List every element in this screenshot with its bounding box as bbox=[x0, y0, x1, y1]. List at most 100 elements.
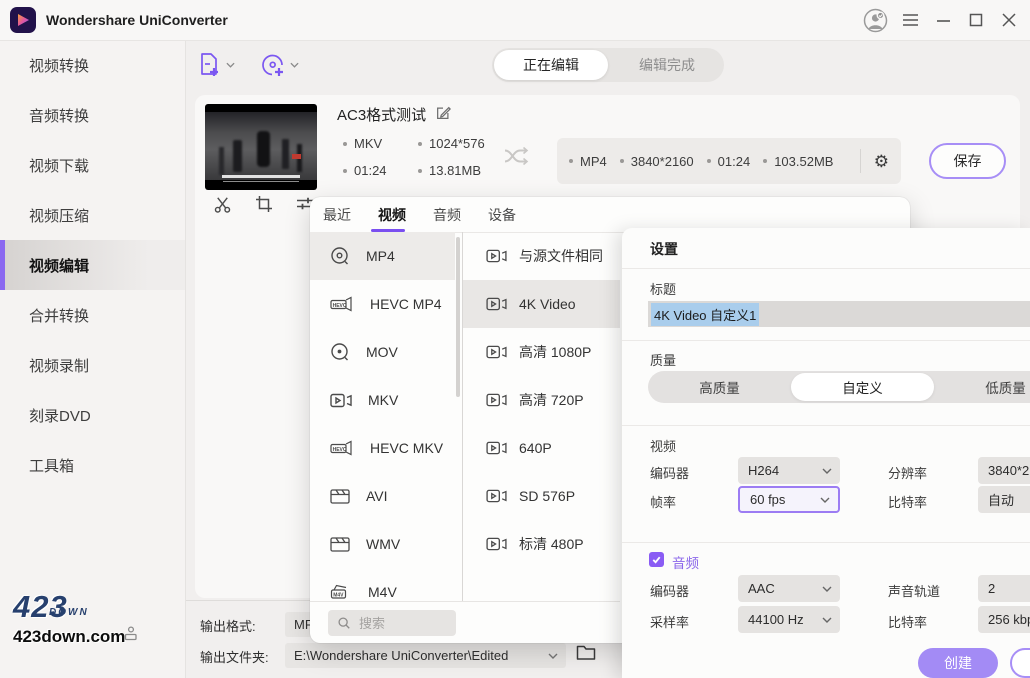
search-area: 搜索 bbox=[310, 601, 620, 643]
crop-icon[interactable] bbox=[255, 195, 273, 214]
save-button[interactable]: 保存 bbox=[929, 143, 1006, 179]
format-option-wmv[interactable]: WMV bbox=[310, 520, 455, 568]
channels-field[interactable]: 2 bbox=[978, 575, 1030, 602]
file-title: AC3格式测试 bbox=[337, 104, 426, 125]
add-disc-button[interactable] bbox=[260, 52, 299, 78]
svg-text:HEVC: HEVC bbox=[333, 302, 347, 308]
preset-option-sd-576p[interactable]: SD 576P bbox=[463, 472, 620, 520]
video-encoder-select[interactable]: H264 bbox=[738, 457, 840, 484]
framerate-select[interactable]: 60 fps bbox=[738, 486, 840, 513]
preset-option-640p[interactable]: 640P bbox=[463, 424, 620, 472]
source-resolution: 1024*576 bbox=[418, 136, 485, 151]
app-title: Wondershare UniConverter bbox=[46, 12, 228, 28]
create-button[interactable]: 创建 bbox=[918, 648, 998, 678]
thumbnail-image bbox=[205, 112, 317, 180]
sidebar-item-video-download[interactable]: 视频下载 bbox=[0, 140, 185, 190]
chevron-down-icon bbox=[822, 468, 832, 474]
preset-title-input[interactable]: 4K Video 自定义1 bbox=[648, 301, 1030, 327]
tab-editing[interactable]: 正在编辑 bbox=[494, 50, 608, 80]
sidebar-item-merge-convert[interactable]: 合并转换 bbox=[0, 290, 185, 340]
camera-icon bbox=[330, 392, 352, 409]
rename-icon[interactable] bbox=[435, 105, 451, 121]
trim-icon[interactable] bbox=[213, 195, 232, 214]
svg-text:M4V: M4V bbox=[333, 592, 344, 598]
tab-edit-done[interactable]: 编辑完成 bbox=[610, 48, 724, 82]
preset-option-720p[interactable]: 高清 720P bbox=[463, 376, 620, 424]
subtitle-lines bbox=[222, 175, 300, 178]
person-icon bbox=[122, 625, 139, 642]
audio-encoder-label: 编码器 bbox=[650, 581, 689, 600]
account-avatar[interactable] bbox=[860, 0, 890, 40]
check-icon bbox=[651, 554, 662, 565]
popup-tab-audio[interactable]: 音频 bbox=[433, 205, 461, 225]
watermark-423down: 423 DOWN 423down.com bbox=[13, 592, 125, 646]
close-button[interactable] bbox=[994, 0, 1024, 40]
camera-icon bbox=[486, 344, 507, 360]
sidebar-item-burn-dvd[interactable]: 刻录DVD bbox=[0, 390, 185, 440]
titlebar: Wondershare UniConverter bbox=[0, 0, 1030, 41]
quality-high-option[interactable]: 高质量 bbox=[648, 371, 791, 403]
preset-option-same-as-source[interactable]: 与源文件相同 bbox=[463, 232, 620, 280]
svg-text:HEVC: HEVC bbox=[333, 446, 347, 452]
video-thumbnail[interactable] bbox=[205, 104, 317, 190]
scrollbar-thumb[interactable] bbox=[456, 237, 460, 397]
output-resolution: 3840*2160 bbox=[620, 154, 694, 169]
uniconverter-window: Wondershare UniConverter 视频转换 音频转换 视频下载 bbox=[0, 0, 1030, 678]
open-folder-icon[interactable] bbox=[576, 644, 596, 661]
popup-tab-recent[interactable]: 最近 bbox=[323, 205, 351, 225]
m4v-icon: M4V bbox=[330, 583, 352, 601]
chevron-down-icon bbox=[290, 62, 299, 68]
audio-bitrate-field[interactable]: 256 kbps bbox=[978, 606, 1030, 633]
format-option-mkv[interactable]: MKV bbox=[310, 376, 455, 424]
menu-icon[interactable] bbox=[895, 0, 925, 40]
settings-panel: 设置 标题 4K Video 自定义1 质量 高质量 自定义 低质量 视频 编码… bbox=[622, 228, 1030, 678]
search-input[interactable]: 搜索 bbox=[328, 610, 456, 636]
sidebar-item-screen-record[interactable]: 视频录制 bbox=[0, 340, 185, 390]
app-logo-icon bbox=[10, 7, 36, 33]
format-option-mp4[interactable]: MP4 bbox=[310, 232, 455, 280]
quality-low-option[interactable]: 低质量 bbox=[934, 371, 1030, 403]
audio-section-label: 音频 bbox=[672, 552, 699, 572]
editing-state-tabs: 正在编辑 编辑完成 bbox=[492, 48, 724, 82]
output-folder-select[interactable]: E:\Wondershare UniConverter\Edited bbox=[285, 643, 566, 668]
search-icon bbox=[337, 616, 351, 630]
sidebar-item-video-convert[interactable]: 视频转换 bbox=[0, 40, 185, 90]
audio-encoder-select[interactable]: AAC bbox=[738, 575, 840, 602]
quality-label: 质量 bbox=[650, 350, 676, 369]
samplerate-select[interactable]: 44100 Hz bbox=[738, 606, 840, 633]
format-option-mov[interactable]: MOV bbox=[310, 328, 455, 376]
output-settings-gear-icon[interactable]: ⚙ bbox=[874, 153, 889, 170]
video-encoder-label: 编码器 bbox=[650, 463, 689, 482]
sidebar-item-video-edit[interactable]: 视频编辑 bbox=[0, 240, 185, 290]
settings-header: 设置 bbox=[650, 239, 678, 259]
sidebar-item-toolbox[interactable]: 工具箱 bbox=[0, 440, 185, 490]
camera-icon bbox=[486, 488, 507, 504]
format-option-hevc-mkv[interactable]: HEVC HEVC MKV bbox=[310, 424, 455, 472]
hevc-icon: HEVC bbox=[330, 295, 354, 314]
format-option-avi[interactable]: AVI bbox=[310, 472, 455, 520]
audio-enabled-checkbox[interactable] bbox=[649, 552, 664, 567]
video-bitrate-field[interactable]: 自动 bbox=[978, 486, 1030, 513]
resolution-label: 分辨率 bbox=[888, 463, 927, 482]
sidebar-item-audio-convert[interactable]: 音频转换 bbox=[0, 90, 185, 140]
popup-tab-video[interactable]: 视频 bbox=[378, 205, 406, 225]
sidebar-item-video-compress[interactable]: 视频压缩 bbox=[0, 190, 185, 240]
add-disc-icon bbox=[260, 52, 286, 78]
secondary-button-cut-off[interactable] bbox=[1010, 648, 1030, 678]
maximize-button[interactable] bbox=[961, 0, 991, 40]
edit-tools bbox=[213, 195, 315, 214]
quality-custom-option[interactable]: 自定义 bbox=[791, 373, 934, 401]
selected-text: 4K Video 自定义1 bbox=[651, 303, 759, 326]
preset-option-1080p[interactable]: 高清 1080P bbox=[463, 328, 620, 376]
channels-label: 声音轨道 bbox=[888, 581, 940, 600]
minimize-button[interactable] bbox=[928, 0, 958, 40]
preset-option-4k-video[interactable]: 4K Video bbox=[463, 280, 620, 328]
chevron-down-icon bbox=[820, 497, 830, 503]
resolution-field[interactable]: 3840*2160 bbox=[978, 457, 1030, 484]
add-file-button[interactable] bbox=[198, 52, 235, 78]
popup-tab-device[interactable]: 设备 bbox=[488, 205, 516, 225]
format-option-hevc-mp4[interactable]: HEVC HEVC MP4 bbox=[310, 280, 455, 328]
format-option-m4v[interactable]: M4V M4V bbox=[310, 568, 455, 601]
preset-option-480p[interactable]: 标清 480P bbox=[463, 520, 620, 568]
search-placeholder: 搜索 bbox=[359, 613, 385, 632]
